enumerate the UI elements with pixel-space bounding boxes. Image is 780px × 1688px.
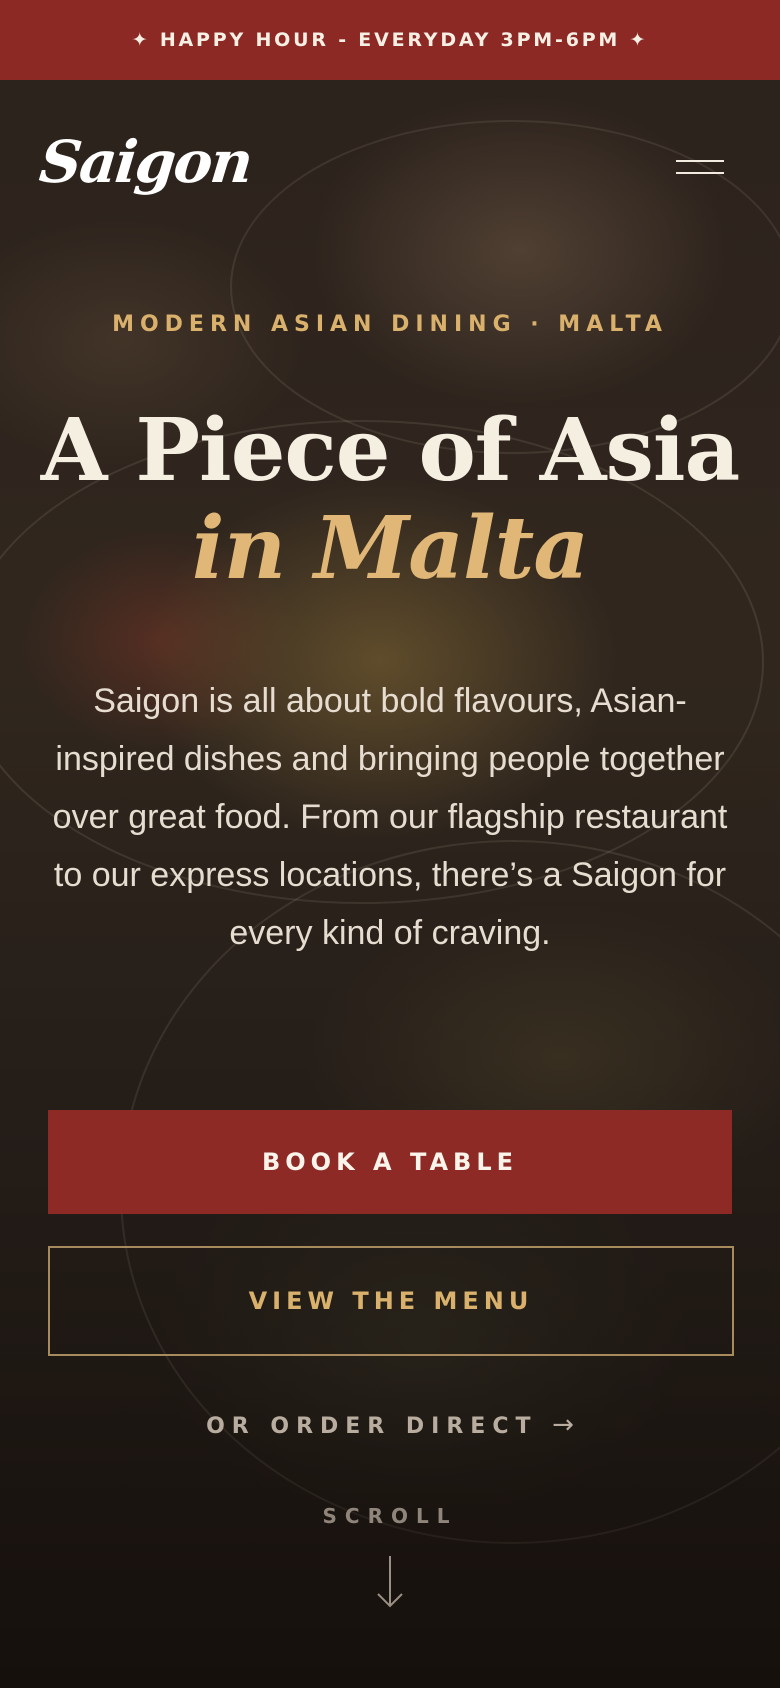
menu-line xyxy=(676,172,724,174)
hero-section: Saigon MODERN ASIAN DINING · MALTA A Pie… xyxy=(0,80,780,1688)
headline-line-1: A Piece of Asia xyxy=(40,400,741,501)
hero-eyebrow: MODERN ASIAN DINING · MALTA xyxy=(112,312,668,337)
scroll-label: SCROLL xyxy=(322,1504,458,1528)
order-direct-link[interactable]: OR ORDER DIRECT → xyxy=(0,1410,780,1440)
order-direct-label: OR ORDER DIRECT xyxy=(206,1414,538,1439)
view-menu-button[interactable]: VIEW THE MENU xyxy=(48,1246,734,1356)
saigon-logo[interactable]: Saigon xyxy=(36,128,254,196)
arrow-down-icon[interactable] xyxy=(370,1554,410,1610)
book-table-button[interactable]: BOOK A TABLE xyxy=(48,1110,732,1214)
headline-line-2: in Malta xyxy=(191,498,589,599)
menu-line xyxy=(676,160,724,162)
announcement-bar: ✦ HAPPY HOUR - EVERYDAY 3PM-6PM ✦ xyxy=(0,0,780,80)
announcement-text: ✦ HAPPY HOUR - EVERYDAY 3PM-6PM ✦ xyxy=(131,29,649,51)
hero-headline: A Piece of Asia in Malta xyxy=(0,402,780,598)
arrow-right-icon: → xyxy=(552,1410,574,1440)
hero-intro-text: Saigon is all about bold flavours, Asian… xyxy=(52,682,728,952)
hamburger-menu-icon[interactable] xyxy=(672,152,724,180)
